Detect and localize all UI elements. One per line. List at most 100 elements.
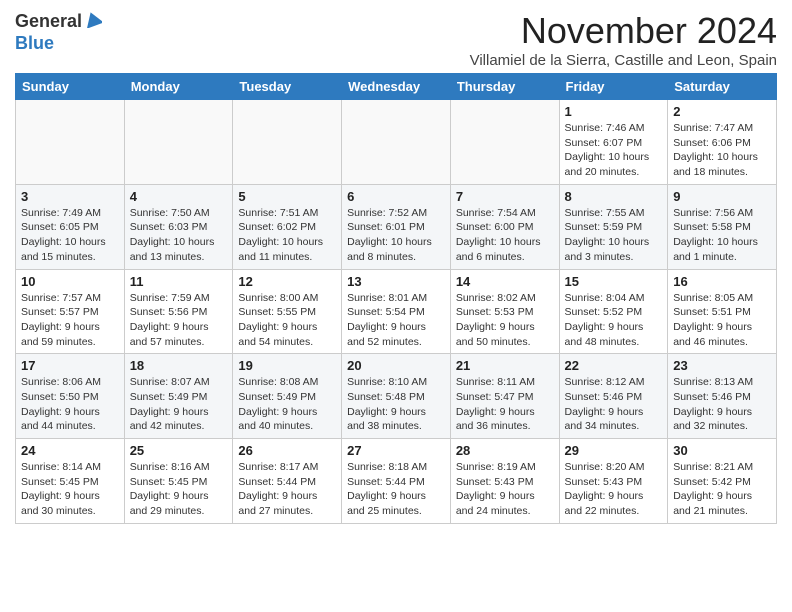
calendar-cell: 25 Sunrise: 8:16 AM Sunset: 5:45 PM Dayli… <box>124 439 233 524</box>
title-section: November 2024 Villamiel de la Sierra, Ca… <box>470 10 777 69</box>
cell-content: Sunrise: 7:46 AM Sunset: 6:07 PM Dayligh… <box>565 121 663 180</box>
day-number: 1 <box>565 104 663 119</box>
day-number: 27 <box>347 443 445 458</box>
cell-content: Sunrise: 7:49 AM Sunset: 6:05 PM Dayligh… <box>21 206 119 265</box>
col-header-friday: Friday <box>559 74 668 100</box>
day-number: 5 <box>238 189 336 204</box>
cell-content: Sunrise: 8:21 AM Sunset: 5:42 PM Dayligh… <box>673 460 771 519</box>
calendar-cell <box>233 100 342 185</box>
day-number: 18 <box>130 358 228 373</box>
day-number: 2 <box>673 104 771 119</box>
day-number: 9 <box>673 189 771 204</box>
day-number: 17 <box>21 358 119 373</box>
cell-content: Sunrise: 7:57 AM Sunset: 5:57 PM Dayligh… <box>21 291 119 350</box>
calendar-cell: 13Sunrise: 8:01 AM Sunset: 5:54 PM Dayli… <box>342 269 451 354</box>
calendar-cell: 24Sunrise: 8:14 AM Sunset: 5:45 PM Dayli… <box>16 439 125 524</box>
cell-content: Sunrise: 7:50 AM Sunset: 6:03 PM Dayligh… <box>130 206 228 265</box>
day-number: 28 <box>456 443 554 458</box>
day-number: 19 <box>238 358 336 373</box>
day-number: 11 <box>130 274 228 289</box>
calendar-table: SundayMondayTuesdayWednesdayThursdayFrid… <box>15 73 777 524</box>
cell-content: Sunrise: 8:19 AM Sunset: 5:43 PM Dayligh… <box>456 460 554 519</box>
calendar-cell: 27 Sunrise: 8:18 AM Sunset: 5:44 PM Dayli… <box>342 439 451 524</box>
cell-content: Sunrise: 8:18 AM Sunset: 5:44 PM Dayligh… <box>347 460 445 519</box>
cell-content: Sunrise: 8:12 AM Sunset: 5:46 PM Dayligh… <box>565 375 663 434</box>
cell-content: Sunrise: 7:56 AM Sunset: 5:58 PM Dayligh… <box>673 206 771 265</box>
calendar-cell: 7 Sunrise: 7:54 AM Sunset: 6:00 PM Daylig… <box>450 184 559 269</box>
cell-content: Sunrise: 8:20 AM Sunset: 5:43 PM Dayligh… <box>565 460 663 519</box>
calendar-cell: 23Sunrise: 8:13 AM Sunset: 5:46 PM Dayli… <box>668 354 777 439</box>
calendar-cell: 28 Sunrise: 8:19 AM Sunset: 5:43 PM Dayli… <box>450 439 559 524</box>
week-row-3: 10Sunrise: 7:57 AM Sunset: 5:57 PM Dayli… <box>16 269 777 354</box>
cell-content: Sunrise: 8:11 AM Sunset: 5:47 PM Dayligh… <box>456 375 554 434</box>
col-header-saturday: Saturday <box>668 74 777 100</box>
week-row-2: 3 Sunrise: 7:49 AM Sunset: 6:05 PM Daylig… <box>16 184 777 269</box>
calendar-cell <box>124 100 233 185</box>
col-header-tuesday: Tuesday <box>233 74 342 100</box>
cell-content: Sunrise: 7:47 AM Sunset: 6:06 PM Dayligh… <box>673 121 771 180</box>
calendar-cell <box>450 100 559 185</box>
calendar-cell: 20 Sunrise: 8:10 AM Sunset: 5:48 PM Dayli… <box>342 354 451 439</box>
logo-blue-text: Blue <box>15 33 54 54</box>
logo-general-text: General <box>15 11 82 32</box>
day-number: 24 <box>21 443 119 458</box>
day-number: 7 <box>456 189 554 204</box>
day-number: 12 <box>238 274 336 289</box>
cell-content: Sunrise: 8:02 AM Sunset: 5:53 PM Dayligh… <box>456 291 554 350</box>
col-header-wednesday: Wednesday <box>342 74 451 100</box>
cell-content: Sunrise: 8:00 AM Sunset: 5:55 PM Dayligh… <box>238 291 336 350</box>
week-row-4: 17 Sunrise: 8:06 AM Sunset: 5:50 PM Dayli… <box>16 354 777 439</box>
cell-content: Sunrise: 8:16 AM Sunset: 5:45 PM Dayligh… <box>130 460 228 519</box>
week-row-5: 24Sunrise: 8:14 AM Sunset: 5:45 PM Dayli… <box>16 439 777 524</box>
day-number: 30 <box>673 443 771 458</box>
calendar-cell: 14 Sunrise: 8:02 AM Sunset: 5:53 PM Dayli… <box>450 269 559 354</box>
calendar-cell: 9 Sunrise: 7:56 AM Sunset: 5:58 PM Daylig… <box>668 184 777 269</box>
day-number: 20 <box>347 358 445 373</box>
calendar-cell: 10Sunrise: 7:57 AM Sunset: 5:57 PM Dayli… <box>16 269 125 354</box>
calendar-cell: 3 Sunrise: 7:49 AM Sunset: 6:05 PM Daylig… <box>16 184 125 269</box>
header-row: SundayMondayTuesdayWednesdayThursdayFrid… <box>16 74 777 100</box>
calendar-cell: 5 Sunrise: 7:51 AM Sunset: 6:02 PM Daylig… <box>233 184 342 269</box>
calendar-cell: 15Sunrise: 8:04 AM Sunset: 5:52 PM Dayli… <box>559 269 668 354</box>
col-header-monday: Monday <box>124 74 233 100</box>
cell-content: Sunrise: 8:13 AM Sunset: 5:46 PM Dayligh… <box>673 375 771 434</box>
cell-content: Sunrise: 8:17 AM Sunset: 5:44 PM Dayligh… <box>238 460 336 519</box>
day-number: 3 <box>21 189 119 204</box>
day-number: 8 <box>565 189 663 204</box>
calendar-cell: 22 Sunrise: 8:12 AM Sunset: 5:46 PM Dayli… <box>559 354 668 439</box>
cell-content: Sunrise: 8:10 AM Sunset: 5:48 PM Dayligh… <box>347 375 445 434</box>
day-number: 15 <box>565 274 663 289</box>
cell-content: Sunrise: 7:55 AM Sunset: 5:59 PM Dayligh… <box>565 206 663 265</box>
day-number: 16 <box>673 274 771 289</box>
col-header-thursday: Thursday <box>450 74 559 100</box>
calendar-cell: 21 Sunrise: 8:11 AM Sunset: 5:47 PM Dayli… <box>450 354 559 439</box>
week-row-1: 1 Sunrise: 7:46 AM Sunset: 6:07 PM Daylig… <box>16 100 777 185</box>
calendar-cell: 30 Sunrise: 8:21 AM Sunset: 5:42 PM Dayli… <box>668 439 777 524</box>
day-number: 25 <box>130 443 228 458</box>
cell-content: Sunrise: 7:52 AM Sunset: 6:01 PM Dayligh… <box>347 206 445 265</box>
day-number: 4 <box>130 189 228 204</box>
calendar-cell: 4 Sunrise: 7:50 AM Sunset: 6:03 PM Daylig… <box>124 184 233 269</box>
calendar-cell: 18 Sunrise: 8:07 AM Sunset: 5:49 PM Dayli… <box>124 354 233 439</box>
month-title: November 2024 <box>470 10 777 52</box>
cell-content: Sunrise: 8:06 AM Sunset: 5:50 PM Dayligh… <box>21 375 119 434</box>
cell-content: Sunrise: 7:51 AM Sunset: 6:02 PM Dayligh… <box>238 206 336 265</box>
day-number: 6 <box>347 189 445 204</box>
cell-content: Sunrise: 8:07 AM Sunset: 5:49 PM Dayligh… <box>130 375 228 434</box>
cell-content: Sunrise: 7:59 AM Sunset: 5:56 PM Dayligh… <box>130 291 228 350</box>
day-number: 22 <box>565 358 663 373</box>
calendar-cell: 1 Sunrise: 7:46 AM Sunset: 6:07 PM Daylig… <box>559 100 668 185</box>
calendar-cell: 17 Sunrise: 8:06 AM Sunset: 5:50 PM Dayli… <box>16 354 125 439</box>
calendar-cell: 16Sunrise: 8:05 AM Sunset: 5:51 PM Dayli… <box>668 269 777 354</box>
day-number: 21 <box>456 358 554 373</box>
day-number: 26 <box>238 443 336 458</box>
cell-content: Sunrise: 8:01 AM Sunset: 5:54 PM Dayligh… <box>347 291 445 350</box>
logo-icon <box>84 10 102 28</box>
cell-content: Sunrise: 7:54 AM Sunset: 6:00 PM Dayligh… <box>456 206 554 265</box>
day-number: 29 <box>565 443 663 458</box>
calendar-cell: 19Sunrise: 8:08 AM Sunset: 5:49 PM Dayli… <box>233 354 342 439</box>
calendar-cell: 26 Sunrise: 8:17 AM Sunset: 5:44 PM Dayli… <box>233 439 342 524</box>
col-header-sunday: Sunday <box>16 74 125 100</box>
day-number: 14 <box>456 274 554 289</box>
calendar-cell: 29 Sunrise: 8:20 AM Sunset: 5:43 PM Dayli… <box>559 439 668 524</box>
